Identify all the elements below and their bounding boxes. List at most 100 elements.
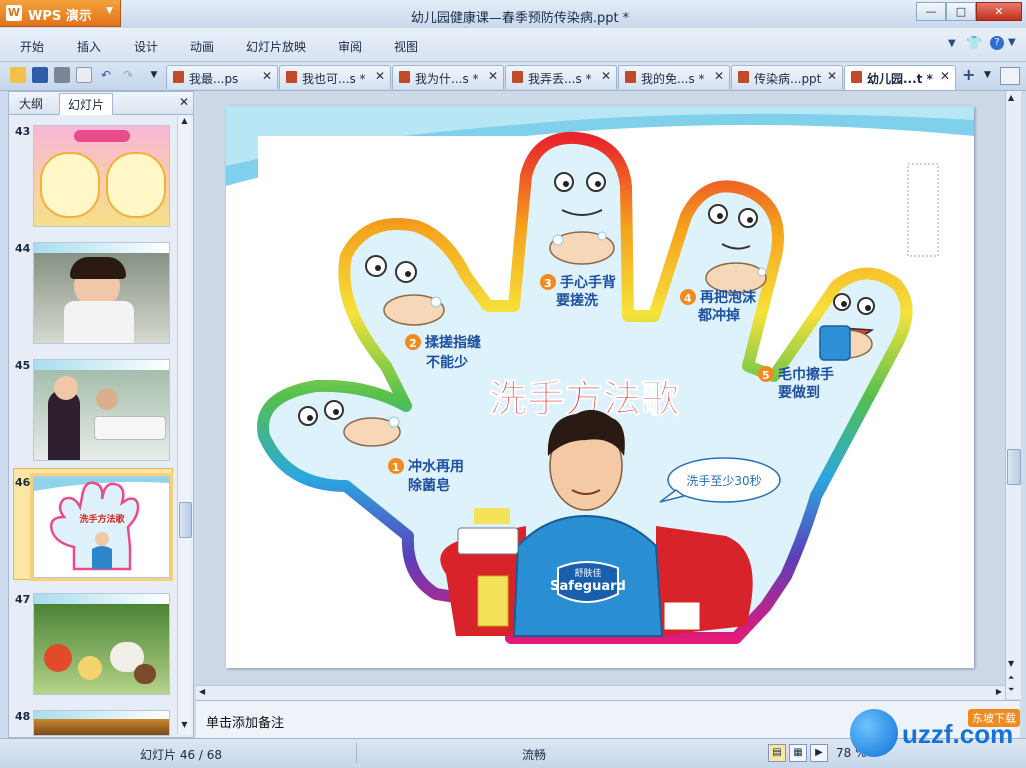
menu-animation[interactable]: 动画 [190,38,214,55]
notes-placeholder: 单击添加备注 [206,716,285,731]
undo-icon[interactable]: ↶ [98,67,114,83]
help-icon[interactable]: ? [990,36,1004,50]
wps-app-menu-button[interactable]: W WPS 演示 ▼ [0,0,121,27]
slide-thumbnail-48[interactable] [33,710,170,736]
thumb-hand-graphic: 洗手方法歌 [34,477,169,571]
step-4-line2: 都冲掉 [697,307,740,324]
doc-tab-label: 我弄丢...s * [528,72,592,86]
slides-panel: 大纲 幻灯片 ✕ 43 44 45 46 洗手方法歌 47 48 ▲ ▼ [8,91,194,738]
brand-cn-text: 舒肤佳 [574,567,601,579]
site-watermark: uzzf.com 东坡下载 [846,705,1022,763]
thumbnail-scrollbar[interactable]: ▲ ▼ [177,116,192,734]
step-4-number: 4 [684,292,692,305]
previous-slide-icon[interactable]: ⏶ [1008,673,1014,683]
slide-thumbnail-47[interactable] [33,593,170,695]
speech-bubble-text: 洗手至少30秒 [686,474,761,488]
tab-close-icon[interactable]: ✕ [488,69,498,83]
step-4-line1: 再把泡沫 [700,289,757,306]
ppt-file-icon [738,71,749,83]
watermark-logo-icon [850,709,898,757]
slide-thumbnail-46[interactable]: 洗手方法歌 [33,476,170,578]
doc-tab-4[interactable]: 我弄丢...s * ✕ [505,65,617,89]
doc-tab-2[interactable]: 我也可...s * ✕ [279,65,391,89]
ppt-file-icon [851,71,862,83]
slide-sorter-icon[interactable]: ▦ [789,744,807,762]
new-tab-plus-icon[interactable]: + [962,65,975,84]
tab-close-icon[interactable]: ✕ [940,69,950,83]
scroll-right-icon[interactable]: ▶ [996,687,1002,696]
thumb-number: 45 [15,359,31,372]
slide-thumbnail-43[interactable] [33,125,170,227]
maximize-button[interactable]: □ [946,2,976,21]
panel-close-icon[interactable]: ✕ [179,95,189,109]
ribbon-collapse-icon[interactable]: ▼ [948,38,956,49]
slide-vertical-scrollbar[interactable]: ▲ ▼ ⏶ ⏷ [1005,91,1021,699]
close-window-button[interactable]: ✕ [976,2,1022,21]
scroll-down-icon[interactable]: ▼ [1008,659,1014,668]
scroll-thumb[interactable] [1007,449,1021,485]
step-1-line2: 除菌皂 [408,477,450,494]
slide-counter: 幻灯片 46 / 68 [140,748,223,762]
theme-name: 流畅 [522,748,547,762]
ppt-file-icon [286,71,297,83]
tab-outline[interactable]: 大纲 [19,95,43,112]
slide-canvas[interactable]: 3 手心手背 要搓洗 4 再把泡沫 都冲掉 2 揉搓指缝 不能少 5 毛巾擦手 … [226,106,974,668]
dropdown-arrow-icon: ▼ [106,6,113,16]
doc-tab-1[interactable]: 我最...ps ✕ [166,65,278,89]
scroll-up-icon[interactable]: ▲ [179,116,190,128]
tab-close-icon[interactable]: ✕ [714,69,724,83]
save-icon[interactable] [32,67,48,83]
step-5-line2: 要做到 [778,384,820,401]
doc-tab-label: 幼儿园...t * [867,72,933,86]
app-name: WPS 演示 [28,9,92,24]
doc-tab-5[interactable]: 我的免...s * ✕ [618,65,730,89]
scroll-down-icon[interactable]: ▼ [179,720,190,732]
slide-thumbnail-45[interactable] [33,359,170,461]
menu-insert[interactable]: 插入 [77,38,101,55]
scroll-thumb[interactable] [179,502,192,538]
redo-icon[interactable]: ↷ [120,67,136,83]
slide-thumbnail-44[interactable] [33,242,170,344]
menu-view[interactable]: 视图 [394,38,418,55]
tab-close-icon[interactable]: ✕ [601,69,611,83]
thumb-number: 48 [15,710,31,723]
doc-tab-3[interactable]: 我为什...s * ✕ [392,65,504,89]
step-3-line2: 要搓洗 [556,292,598,309]
menu-review[interactable]: 审阅 [338,38,362,55]
minimize-button[interactable]: — [916,2,946,21]
status-divider [356,743,357,763]
slideshow-view-icon[interactable]: ▶ [810,744,828,762]
scroll-left-icon[interactable]: ◀ [199,687,205,696]
doc-tab-6[interactable]: 传染病...ppt ✕ [731,65,843,89]
toolbar-dropdown-icon[interactable]: ▼ [146,67,162,83]
scroll-up-icon[interactable]: ▲ [1008,93,1014,102]
normal-view-icon[interactable]: ▤ [768,744,786,762]
doc-tab-label: 我最...ps [189,72,239,86]
tab-close-icon[interactable]: ✕ [375,69,385,83]
ppt-file-icon [173,71,184,83]
skin-icon[interactable]: 👕 [966,36,982,51]
tab-slides[interactable]: 幻灯片 [59,93,114,115]
doc-tab-7-active[interactable]: 幼儿园...t * ✕ [844,65,956,90]
tab-close-icon[interactable]: ✕ [262,69,272,83]
next-slide-icon[interactable]: ⏷ [1008,685,1014,695]
print-preview-icon[interactable] [76,67,92,83]
title-bar: W WPS 演示 ▼ 幼儿园健康课—春季预防传染病.ppt * ↖ — □ ✕ [0,0,1026,40]
new-tab-dropdown-icon[interactable]: ▼ [984,70,991,80]
ppt-file-icon [399,71,410,83]
thumb-title-text: 洗手方法歌 [79,513,125,525]
tab-close-icon[interactable]: ✕ [827,69,837,83]
menu-home[interactable]: 开始 [20,38,44,55]
doc-tab-label: 我也可...s * [302,72,366,86]
print-icon[interactable] [54,67,70,83]
help-dropdown-icon[interactable]: ▼ [1008,37,1016,48]
open-folder-icon[interactable] [10,67,26,83]
doc-tab-label: 传染病...ppt [754,72,822,86]
step-2-line1: 揉搓指缝 [425,334,481,351]
menu-design[interactable]: 设计 [134,38,158,55]
slide-horizontal-scrollbar[interactable]: ◀ ▶ [196,685,1005,700]
window-layout-icon[interactable] [1000,67,1020,85]
window-title: 幼儿园健康课—春季预防传染病.ppt * [410,11,630,26]
step-1-line1: 冲水再用 [408,458,464,475]
menu-slideshow[interactable]: 幻灯片放映 [246,38,306,55]
